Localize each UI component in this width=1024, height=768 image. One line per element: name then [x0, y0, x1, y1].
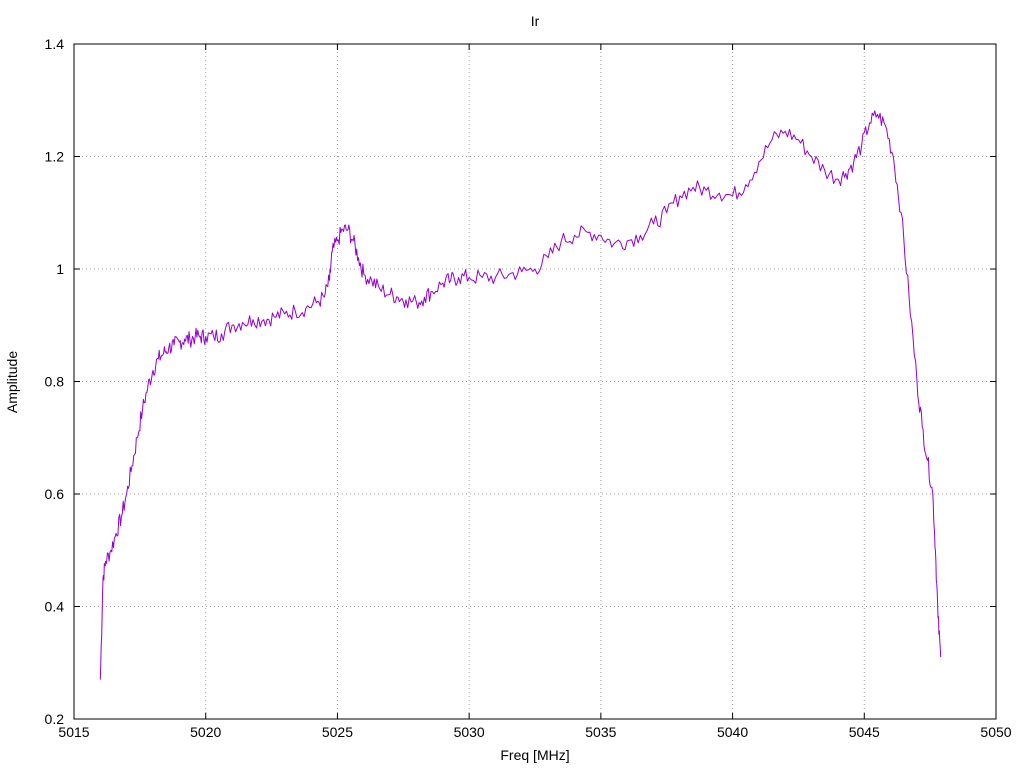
- x-tick-labels: 5015 5020 5025 5030 5035 5040 5045 5050: [58, 724, 1011, 740]
- x-tick-label: 5020: [190, 724, 221, 740]
- x-tick-label: 5045: [849, 724, 880, 740]
- chart: 5015 5020 5025 5030 5035 5040 5045 5050 0.20.40…: [4, 13, 1012, 763]
- y-tick-label: 0.4: [45, 599, 65, 615]
- x-tick-label: 5025: [322, 724, 353, 740]
- x-tick-label: 5030: [454, 724, 485, 740]
- y-tick-label: 0.6: [45, 486, 65, 502]
- x-tick-label: 5040: [717, 724, 748, 740]
- y-tick-label: 0.8: [45, 374, 65, 390]
- x-tick-label: 5035: [585, 724, 616, 740]
- y-tick-label: 1: [56, 261, 64, 277]
- y-tick-label: 1.4: [45, 36, 65, 52]
- y-tick-label: 0.2: [45, 711, 65, 727]
- y-tick-label: 1.2: [45, 149, 65, 165]
- y-axis-label: Amplitude: [4, 351, 20, 413]
- x-tick-label: 5050: [980, 724, 1011, 740]
- series-line-ir: [99, 110, 942, 680]
- y-tick-labels: 0.2 0.4 0.6 0.8 1 1.2 1.4: [45, 36, 65, 727]
- chart-title: Ir: [531, 13, 540, 29]
- grid: [74, 44, 996, 719]
- x-axis-label: Freq [MHz]: [500, 747, 569, 763]
